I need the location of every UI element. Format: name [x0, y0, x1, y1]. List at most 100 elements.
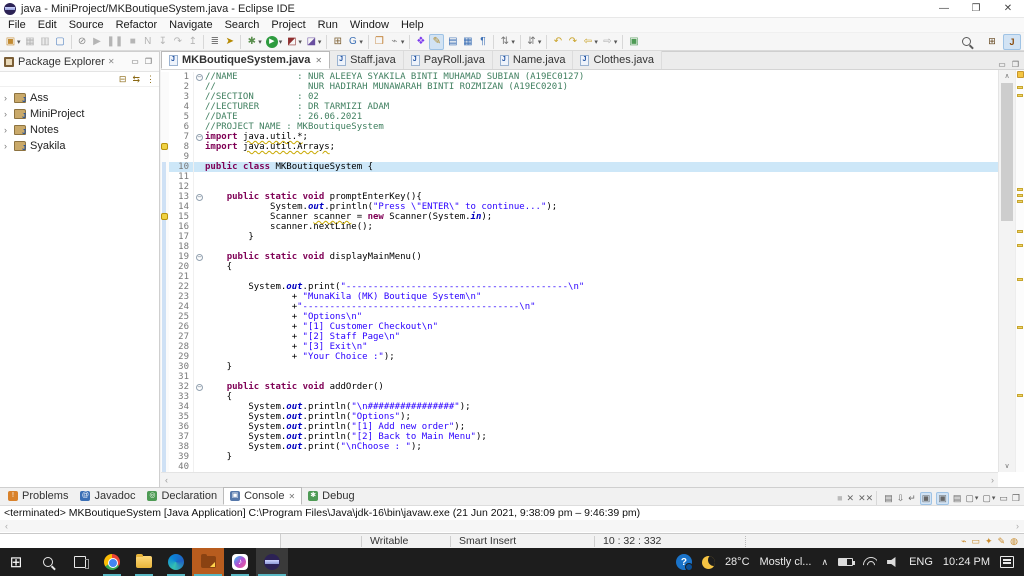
- menu-window[interactable]: Window: [344, 19, 395, 31]
- remove-launch-button[interactable]: ✕: [847, 493, 855, 504]
- warning-marker-icon[interactable]: [1017, 244, 1023, 247]
- search-flashlight-button[interactable]: ➤: [223, 34, 236, 50]
- save-button[interactable]: ▦: [24, 34, 37, 50]
- battery-icon[interactable]: [838, 558, 853, 566]
- edit-status-icon[interactable]: ✎: [998, 536, 1006, 547]
- scrollbar-thumb[interactable]: [1001, 83, 1013, 221]
- mark-occurrences-button[interactable]: ✎: [429, 34, 444, 50]
- pin-console-button[interactable]: ▤: [953, 493, 962, 504]
- overview-ruler[interactable]: [1015, 70, 1024, 472]
- view-maximize-icon[interactable]: ❐: [142, 57, 155, 66]
- taskbar-file-explorer-button[interactable]: [128, 548, 160, 576]
- expand-arrow-icon[interactable]: ›: [4, 125, 14, 135]
- dropdown-arrow-icon[interactable]: ▾: [279, 38, 283, 46]
- language-label[interactable]: ENG: [909, 556, 933, 568]
- taskbar-eclipse-button[interactable]: [256, 548, 288, 576]
- close-button[interactable]: ✕: [992, 0, 1024, 18]
- warning-marker-icon[interactable]: [1017, 278, 1023, 281]
- sidebar-item-ass[interactable]: ›Ass: [0, 90, 159, 106]
- open-resource-button[interactable]: ❐: [373, 34, 386, 50]
- last-edit-button[interactable]: ↶: [551, 34, 564, 50]
- coverage-button[interactable]: ◩▾: [285, 34, 303, 50]
- open-console-button[interactable]: ▢▾: [982, 493, 995, 504]
- disconnect-button[interactable]: N: [141, 34, 154, 50]
- java-status-icon[interactable]: ⌁: [961, 536, 966, 547]
- external-tools-button[interactable]: ⌁▾: [388, 34, 406, 50]
- show-annotations-button[interactable]: ▤: [446, 34, 459, 50]
- java-perspective-button[interactable]: J: [1003, 34, 1021, 50]
- step-into-button[interactable]: ↧: [156, 34, 169, 50]
- terminate-button[interactable]: ■: [126, 34, 139, 50]
- sidebar-item-miniproject[interactable]: ›MiniProject: [0, 106, 159, 122]
- dropdown-arrow-icon[interactable]: ▾: [614, 38, 618, 46]
- dropdown-arrow-icon[interactable]: ▾: [17, 38, 21, 46]
- scroll-lock-button[interactable]: ⇩: [897, 493, 905, 504]
- dropdown-arrow-icon[interactable]: ▾: [318, 38, 322, 46]
- tab-close-icon[interactable]: ✕: [315, 56, 322, 65]
- warning-marker-icon[interactable]: [1017, 94, 1023, 97]
- search-icon[interactable]: [962, 37, 971, 46]
- minimize-button[interactable]: —: [928, 0, 960, 18]
- code-editor[interactable]: 1−//NAME : NUR ALEEYA SYAKILA BINTI MUHA…: [161, 70, 998, 472]
- weather-label[interactable]: Mostly cl...: [760, 556, 812, 568]
- maximize-button[interactable]: ❐: [1012, 493, 1020, 504]
- dropdown-arrow-icon[interactable]: ▾: [594, 38, 598, 46]
- collapse-icon[interactable]: −: [196, 384, 203, 391]
- wifi-icon[interactable]: [863, 557, 877, 567]
- expand-arrow-icon[interactable]: ›: [4, 141, 14, 151]
- filter-button[interactable]: ⇵▾: [525, 34, 543, 50]
- horizontal-scrollbar[interactable]: ‹ ›: [161, 472, 998, 487]
- dropdown-arrow-icon[interactable]: ▾: [538, 38, 542, 46]
- menu-edit[interactable]: Edit: [32, 19, 63, 31]
- show-stdout-button[interactable]: ▣: [920, 492, 933, 505]
- editor-tab-name-java[interactable]: Name.java: [493, 51, 574, 69]
- warning-marker-icon[interactable]: [1017, 188, 1023, 191]
- menu-search[interactable]: Search: [219, 19, 266, 31]
- collapse-icon[interactable]: −: [196, 134, 203, 141]
- dropdown-arrow-icon[interactable]: ▾: [258, 38, 262, 46]
- show-stderr-button[interactable]: ▣: [936, 492, 949, 505]
- scroll-down-icon[interactable]: ∨: [999, 460, 1015, 472]
- profile-button[interactable]: ◪▾: [305, 34, 323, 50]
- help-tray-icon[interactable]: ?: [676, 554, 692, 570]
- dropdown-arrow-icon[interactable]: ▾: [298, 38, 302, 46]
- action-center-icon[interactable]: [1000, 556, 1014, 568]
- forward-button[interactable]: ⇨▾: [601, 34, 619, 50]
- dropdown-arrow-icon[interactable]: ▾: [359, 38, 363, 46]
- open-type-button[interactable]: G▾: [346, 34, 364, 50]
- tab-debug[interactable]: ✱Debug: [302, 487, 360, 505]
- annotation-status-icon[interactable]: ▭: [972, 536, 981, 547]
- collapse-all-icon[interactable]: ⊟: [119, 74, 127, 85]
- taskbar-search-button[interactable]: [32, 548, 64, 576]
- editor-minimize-icon[interactable]: ▭: [995, 60, 1009, 69]
- warning-marker-icon[interactable]: [1017, 86, 1023, 89]
- console-scroll-left-icon[interactable]: ‹: [5, 521, 8, 531]
- temperature-label[interactable]: 28°C: [725, 556, 750, 568]
- expand-arrow-icon[interactable]: ›: [4, 109, 14, 119]
- package-explorer-title[interactable]: Package Explorer: [18, 56, 105, 68]
- menu-file[interactable]: File: [2, 19, 32, 31]
- annotation-summary-icon[interactable]: [1017, 71, 1024, 78]
- view-close-icon[interactable]: ✕: [108, 57, 115, 66]
- scroll-right-icon[interactable]: ›: [991, 475, 994, 485]
- print-button[interactable]: ▢: [54, 34, 67, 50]
- view-menu-icon[interactable]: ⋮: [146, 74, 155, 85]
- collapse-icon[interactable]: −: [196, 254, 203, 261]
- warning-marker-icon[interactable]: [1017, 394, 1023, 397]
- tab-declaration[interactable]: ◎Declaration: [141, 487, 223, 505]
- scroll-up-icon[interactable]: ∧: [999, 70, 1015, 82]
- dropdown-arrow-icon[interactable]: ▾: [975, 494, 979, 502]
- terminate-button[interactable]: ■: [837, 493, 842, 503]
- show-breadcrumb-button[interactable]: ▦: [461, 34, 474, 50]
- weather-moon-icon[interactable]: [702, 556, 715, 569]
- sidebar-item-syakila[interactable]: ›Syakila: [0, 138, 159, 154]
- dropdown-arrow-icon[interactable]: ▾: [401, 38, 405, 46]
- taskbar-task-view-button[interactable]: [64, 548, 96, 576]
- tab-problems[interactable]: !Problems: [2, 487, 74, 505]
- editor-tab-clothes-java[interactable]: Clothes.java: [573, 51, 662, 69]
- taskbar-itunes-button[interactable]: ♪: [224, 548, 256, 576]
- show-whitespace-button[interactable]: ≣: [208, 34, 221, 50]
- menu-run[interactable]: Run: [312, 19, 344, 31]
- display-console-button[interactable]: ▢▾: [965, 493, 978, 504]
- menu-source[interactable]: Source: [63, 19, 110, 31]
